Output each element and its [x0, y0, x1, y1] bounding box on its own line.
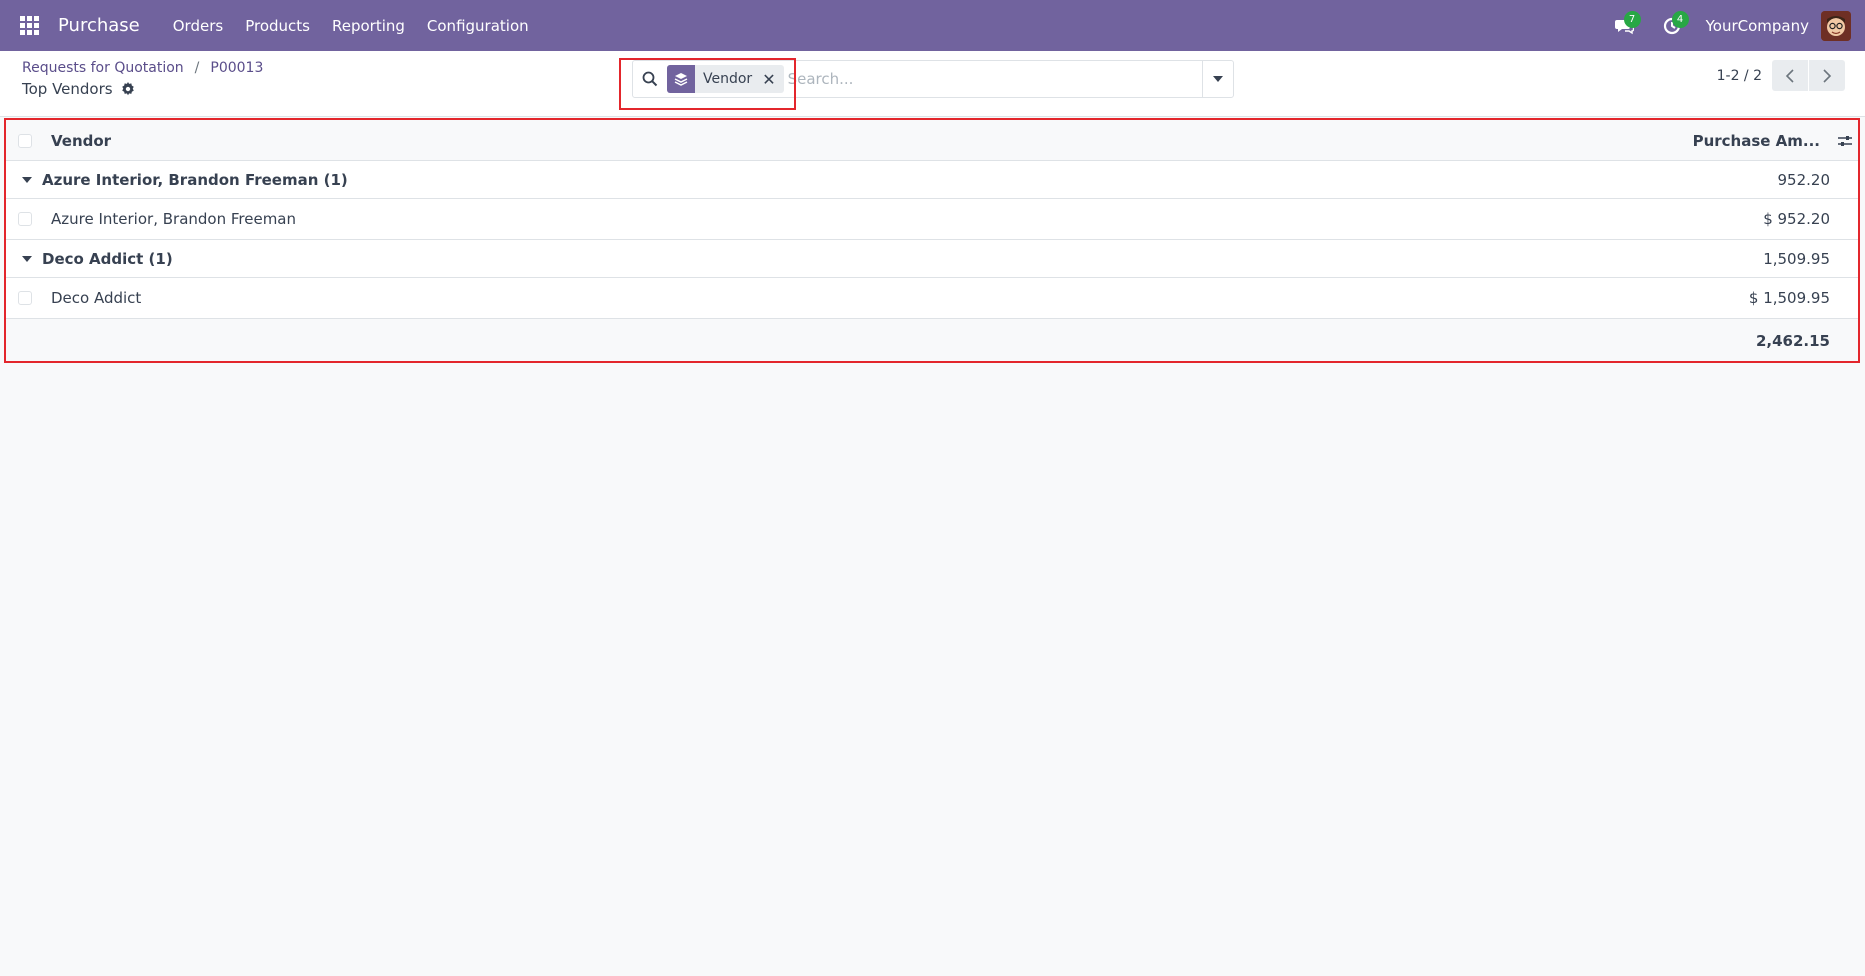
user-avatar[interactable] [1821, 10, 1851, 41]
breadcrumb-separator: / [194, 60, 200, 76]
caret-down-icon [22, 176, 32, 183]
menu-item-orders[interactable]: Orders [162, 17, 234, 35]
chevron-right-icon [1823, 68, 1832, 83]
messages-count-badge: 7 [1623, 11, 1641, 28]
table-row[interactable]: Azure Interior, Brandon Freeman $ 952.20 [6, 199, 1858, 240]
search-input[interactable] [787, 62, 1202, 96]
messages-button[interactable]: 7 [1600, 0, 1648, 51]
optional-columns-icon[interactable] [1836, 132, 1854, 150]
avatar-face-icon [1821, 10, 1851, 41]
breadcrumb-item-rfq[interactable]: Requests for Quotation [22, 60, 184, 76]
grid-icon [19, 16, 39, 35]
total-amount: 2,462.15 [1755, 331, 1830, 350]
group-name: Deco Addict (1) [42, 249, 173, 268]
group-amount: 952.20 [1777, 170, 1831, 189]
group-name: Azure Interior, Brandon Freeman (1) [42, 170, 348, 189]
row-vendor: Deco Addict [51, 289, 142, 307]
top-navbar: Purchase Orders Products Reporting Confi… [0, 0, 1865, 51]
row-amount: $ 952.20 [1763, 210, 1830, 228]
app-brand[interactable]: Purchase [58, 15, 140, 36]
caret-down-icon [22, 255, 32, 262]
pager-next-button[interactable] [1809, 60, 1845, 91]
caret-down-icon [1213, 76, 1223, 82]
apps-menu-button[interactable] [0, 0, 58, 51]
page-title-wrap: Top Vendors [22, 80, 135, 98]
pager: 1-2 / 2 [1717, 60, 1845, 91]
breadcrumb-item-order[interactable]: P00013 [210, 60, 263, 76]
table-row[interactable]: Deco Addict $ 1,509.95 [6, 278, 1858, 319]
group-by-facet[interactable]: Vendor ✕ [667, 65, 784, 93]
menu-item-products[interactable]: Products [234, 17, 321, 35]
pager-previous-button[interactable] [1772, 60, 1808, 91]
column-header-vendor[interactable]: Vendor [51, 132, 111, 150]
menu-item-configuration[interactable]: Configuration [416, 17, 540, 35]
activities-count-badge: 4 [1671, 11, 1689, 28]
activities-button[interactable]: 4 [1648, 0, 1696, 51]
main-menu: Orders Products Reporting Configuration [162, 17, 540, 35]
layers-icon [667, 65, 695, 93]
row-vendor: Azure Interior, Brandon Freeman [51, 210, 297, 228]
menu-item-reporting[interactable]: Reporting [321, 17, 416, 35]
gear-icon[interactable] [121, 82, 135, 96]
select-all-checkbox[interactable] [18, 133, 32, 148]
search-bar: Vendor ✕ [632, 60, 1234, 98]
column-header-purchase-amount[interactable]: Purchase Am... [1693, 132, 1820, 150]
systray: 7 4 YourCompany [1600, 0, 1865, 51]
pager-value[interactable]: 1-2 / 2 [1717, 68, 1762, 84]
breadcrumb: Requests for Quotation / P00013 [22, 60, 263, 76]
facet-label: Vendor [703, 71, 753, 87]
row-checkbox[interactable] [18, 212, 32, 226]
list-view-table: Vendor Purchase Am... Azure Interior, Br… [6, 121, 1858, 362]
search-icon[interactable] [633, 71, 667, 87]
search-options-toggle[interactable] [1202, 61, 1233, 97]
page-title: Top Vendors [22, 80, 113, 98]
group-amount: 1,509.95 [1763, 249, 1830, 268]
group-row-azure-interior[interactable]: Azure Interior, Brandon Freeman (1) 952.… [6, 161, 1858, 199]
table-footer: 2,462.15 [6, 319, 1858, 362]
control-panel: Requests for Quotation / P00013 Top Vend… [0, 51, 1865, 117]
row-checkbox[interactable] [18, 291, 32, 305]
group-row-deco-addict[interactable]: Deco Addict (1) 1,509.95 [6, 240, 1858, 278]
facet-remove-icon[interactable]: ✕ [760, 70, 783, 89]
table-header: Vendor Purchase Am... [6, 121, 1858, 161]
company-switcher[interactable]: YourCompany [1706, 17, 1809, 35]
row-amount: $ 1,509.95 [1748, 289, 1830, 307]
chevron-left-icon [1785, 68, 1794, 83]
